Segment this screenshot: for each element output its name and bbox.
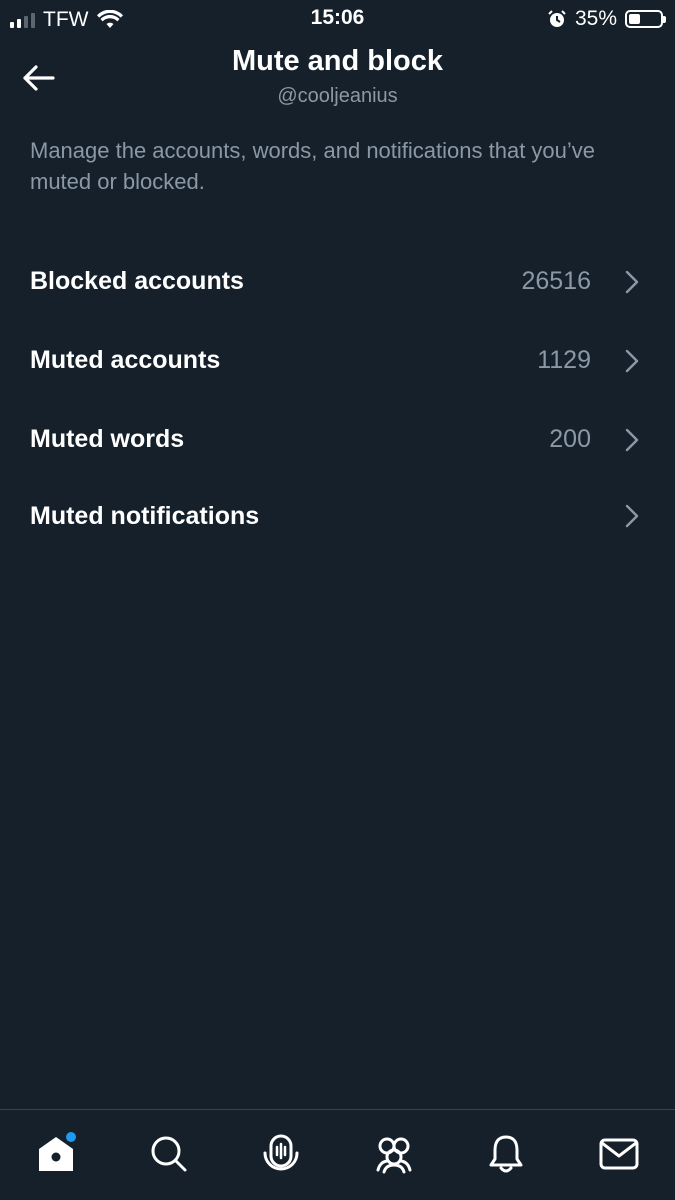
notifications-icon [489,1135,523,1173]
chevron-right-icon [625,504,639,528]
communities-icon [376,1137,412,1174]
chevron-right-icon [625,349,639,372]
menu-item-label: Muted notifications [30,501,260,530]
bottom-nav [0,1109,675,1200]
messages-icon [599,1138,639,1170]
menu-item-count: 200 [549,425,591,453]
menu-item-muted-words[interactable]: Muted words 200 [0,400,675,479]
menu-item-label: Muted words [30,425,185,453]
menu-item-blocked-accounts[interactable]: Blocked accounts 26516 [0,242,675,321]
battery-fill [629,14,640,24]
status-right: 35% [547,7,666,31]
menu-item-label: Muted accounts [30,346,221,374]
tab-search[interactable] [139,1124,199,1184]
tab-notifications[interactable] [476,1124,536,1184]
status-bar: TFW 15:06 35% [0,0,675,40]
search-icon [151,1136,187,1172]
menu-item-muted-notifications[interactable]: Muted notifications [0,479,675,553]
page-title: Mute and block [231,45,444,77]
menu-item-count: 1129 [537,346,591,374]
battery-icon [625,10,666,28]
tab-home[interactable] [26,1124,86,1184]
tab-spaces[interactable] [251,1124,311,1184]
menu-item-muted-accounts[interactable]: Muted accounts 1129 [0,321,675,400]
chevron-right-icon [625,270,639,293]
header: Mute and block @cooljeanius [0,40,675,120]
screen: TFW 15:06 35% Mute and block @cooljeaniu… [0,0,675,1200]
spaces-icon [263,1134,299,1171]
page-description: Manage the accounts, words, and notifica… [30,138,596,194]
settings-menu: Blocked accounts 26516 Muted accounts 11… [0,242,675,553]
tab-messages[interactable] [589,1124,649,1184]
tab-communities[interactable] [364,1124,424,1184]
page-subtitle: @cooljeanius [277,85,398,107]
alarm-icon [548,10,566,27]
battery-percent: 35% [574,7,617,30]
chevron-right-icon [625,428,639,451]
menu-item-label: Blocked accounts [30,267,244,295]
menu-item-count: 26516 [521,267,591,295]
